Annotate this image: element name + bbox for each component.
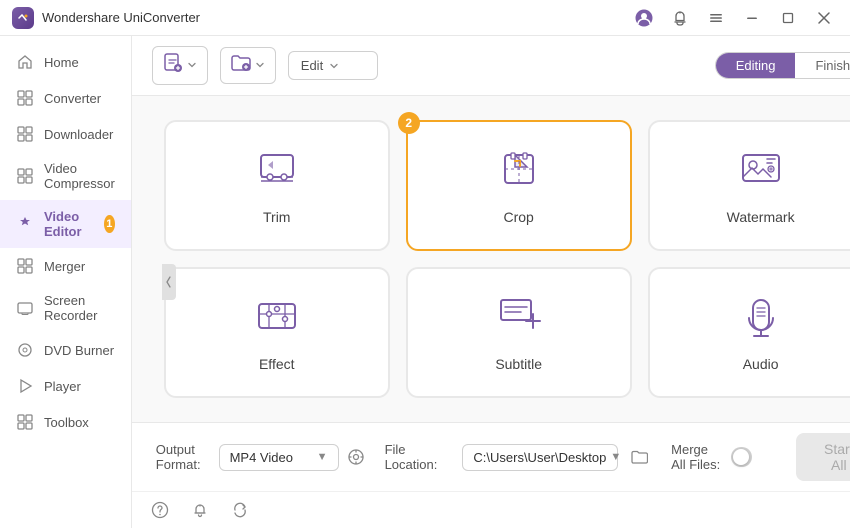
file-location-value: C:\Users\User\Desktop (473, 450, 606, 465)
merge-all-label: Merge All Files: (671, 442, 723, 472)
merge-all-toggle[interactable] (731, 447, 752, 467)
watermark-icon (739, 147, 783, 199)
user-icon[interactable] (630, 4, 658, 32)
sidebar-badge-1: 1 (104, 215, 115, 233)
start-all-button[interactable]: Start All (796, 433, 850, 481)
sidebar-item-screen-recorder[interactable]: Screen Recorder (0, 284, 131, 332)
bottom-bar: Output Format: MP4 Video ▼ File Location… (132, 422, 850, 491)
sidebar-item-home[interactable]: Home (0, 44, 131, 80)
add-file-icon (163, 53, 183, 78)
toolbar: Edit Editing Finished (132, 36, 850, 96)
watermark-label: Watermark (727, 209, 795, 225)
sidebar-item-merger[interactable]: Merger (0, 248, 131, 284)
trim-icon (255, 147, 299, 199)
video-compressor-label: Video Compressor (44, 161, 115, 191)
sidebar-item-player[interactable]: Player (0, 368, 131, 404)
video-compressor-icon (16, 167, 34, 185)
output-format-chevron: ▼ (317, 451, 328, 463)
player-icon (16, 377, 34, 395)
home-label: Home (44, 55, 79, 70)
file-location-field: File Location: C:\Users\User\Desktop ▼ (385, 442, 652, 472)
add-folder-chevron (255, 58, 265, 73)
window-controls (630, 4, 838, 32)
dvd-burner-icon (16, 341, 34, 359)
add-folder-button[interactable] (220, 47, 276, 84)
converter-label: Converter (44, 91, 101, 106)
downloader-label: Downloader (44, 127, 113, 142)
home-icon (16, 53, 34, 71)
output-format-field: Output Format: MP4 Video ▼ (156, 442, 365, 472)
refresh-status-icon[interactable] (228, 498, 252, 522)
trim-label: Trim (263, 209, 290, 225)
toolbox-icon (16, 413, 34, 431)
card-watermark[interactable]: Watermark (648, 120, 850, 251)
bell-status-icon[interactable] (188, 498, 212, 522)
file-location-label: File Location: (385, 442, 455, 472)
add-file-button[interactable] (152, 46, 208, 85)
hamburger-icon[interactable] (702, 4, 730, 32)
minimize-icon[interactable] (738, 4, 766, 32)
app-title: Wondershare UniConverter (42, 10, 630, 25)
sidebar: Home Converter Downloader Video Compress… (0, 36, 132, 528)
effect-label: Effect (259, 356, 295, 372)
toolbox-label: Toolbox (44, 415, 89, 430)
video-editor-label: Video Editor (44, 209, 90, 239)
card-effect[interactable]: Effect (164, 267, 390, 398)
dvd-burner-label: DVD Burner (44, 343, 114, 358)
content-area: Edit Editing Finished (132, 36, 850, 528)
main-layout: Home Converter Downloader Video Compress… (0, 36, 850, 528)
notification-title-icon[interactable] (666, 4, 694, 32)
merger-icon (16, 257, 34, 275)
downloader-icon (16, 125, 34, 143)
video-editor-icon (16, 215, 34, 233)
merge-all-field: Merge All Files: (671, 442, 752, 472)
tab-finished[interactable]: Finished (795, 53, 850, 78)
sidebar-item-converter[interactable]: Converter (0, 80, 131, 116)
subtitle-label: Subtitle (495, 356, 542, 372)
editor-grid: Trim Crop (132, 96, 850, 422)
audio-icon (739, 294, 783, 346)
add-file-chevron (187, 58, 197, 73)
sidebar-item-video-compressor[interactable]: Video Compressor (0, 152, 131, 200)
app-logo (12, 7, 34, 29)
file-location-chevron: ▼ (610, 451, 621, 463)
edit-dropdown[interactable]: Edit (288, 51, 378, 80)
audio-label: Audio (743, 356, 779, 372)
effect-icon (255, 294, 299, 346)
card-subtitle[interactable]: Subtitle (406, 267, 632, 398)
subtitle-icon (497, 294, 541, 346)
card-audio[interactable]: Audio (648, 267, 850, 398)
crop-label: Crop (503, 209, 533, 225)
edit-tab-group: Editing Finished (715, 52, 850, 79)
converter-icon (16, 89, 34, 107)
player-label: Player (44, 379, 81, 394)
output-settings-icon[interactable] (347, 443, 365, 471)
output-format-label: Output Format: (156, 442, 211, 472)
edit-label: Edit (301, 58, 323, 73)
file-location-select[interactable]: C:\Users\User\Desktop ▼ (462, 444, 617, 471)
output-format-select[interactable]: MP4 Video ▼ (219, 444, 339, 471)
sidebar-item-video-editor[interactable]: Video Editor 1 (0, 200, 131, 248)
status-bar (132, 491, 850, 528)
sidebar-item-toolbox[interactable]: Toolbox (0, 404, 131, 440)
sidebar-collapse-handle[interactable] (162, 264, 176, 300)
title-bar: Wondershare UniConverter (0, 0, 850, 36)
merger-label: Merger (44, 259, 85, 274)
screen-recorder-icon (16, 299, 34, 317)
card-trim[interactable]: Trim (164, 120, 390, 251)
add-folder-icon (231, 54, 251, 77)
screen-recorder-label: Screen Recorder (44, 293, 115, 323)
tab-editing[interactable]: Editing (716, 53, 796, 78)
folder-browse-icon[interactable] (626, 443, 651, 471)
close-icon[interactable] (810, 4, 838, 32)
card-crop[interactable]: Crop (406, 120, 632, 251)
help-icon[interactable] (148, 498, 172, 522)
maximize-icon[interactable] (774, 4, 802, 32)
sidebar-item-downloader[interactable]: Downloader (0, 116, 131, 152)
sidebar-item-dvd-burner[interactable]: DVD Burner (0, 332, 131, 368)
crop-icon (497, 147, 541, 199)
output-format-value: MP4 Video (230, 450, 293, 465)
